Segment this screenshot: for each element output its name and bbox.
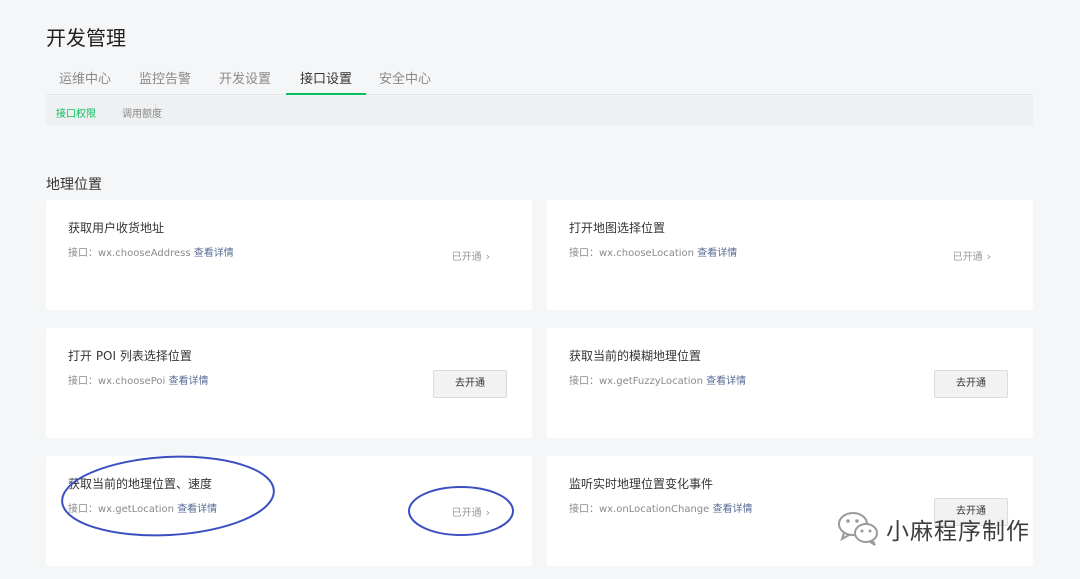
wechat-icon bbox=[838, 512, 878, 546]
annotation-ellipse-status bbox=[408, 486, 514, 536]
annotation-overlay bbox=[61, 455, 514, 537]
annotation-ellipse-title bbox=[61, 455, 275, 537]
watermark-text: 小麻程序制作 bbox=[886, 519, 1030, 545]
